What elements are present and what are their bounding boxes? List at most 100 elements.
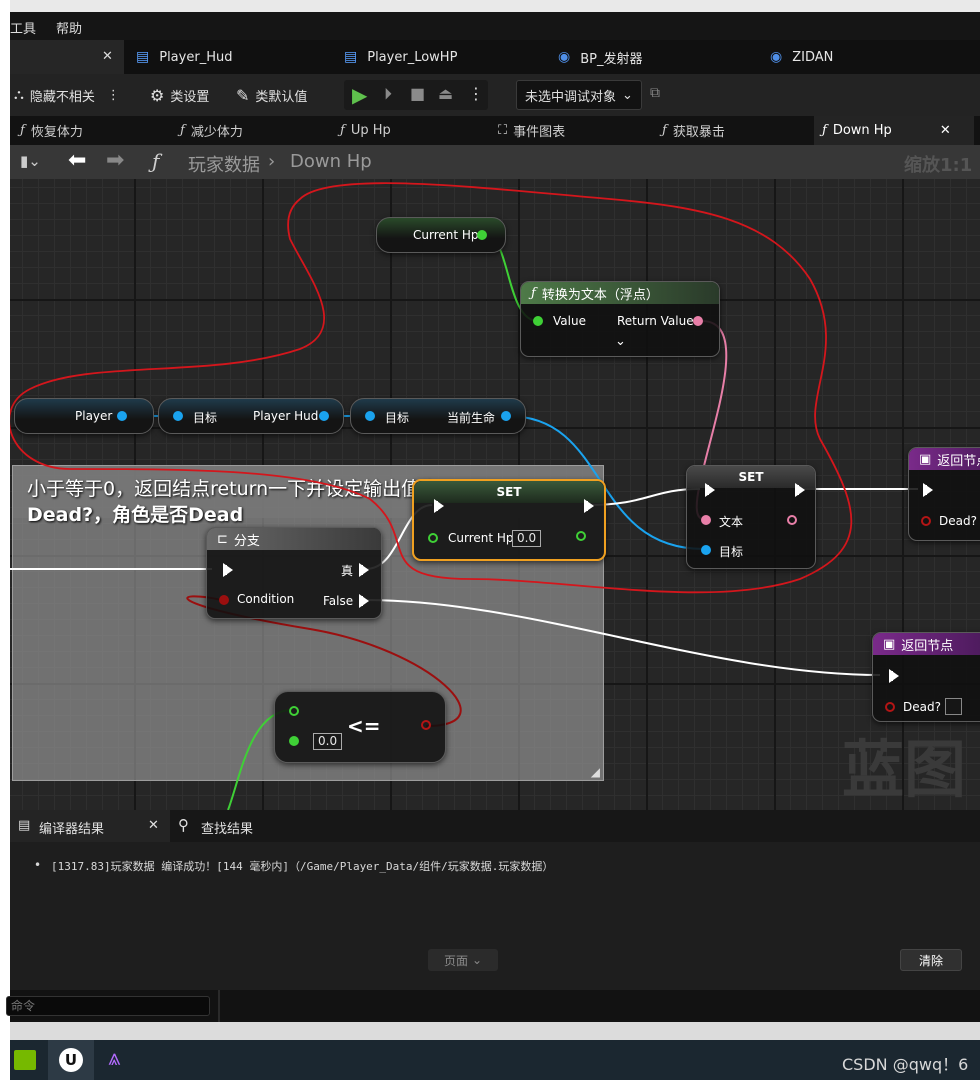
class-defaults-button[interactable]: ✎ 类默认值 xyxy=(236,82,307,108)
pages-label: 页面 xyxy=(443,953,468,968)
branch-node[interactable]: ⊏ 分支 真 Condition False xyxy=(206,527,382,619)
tab-find-results[interactable]: ⚲ 查找结果 xyxy=(178,810,298,842)
window-gap xyxy=(10,1022,980,1040)
nvidia-app-icon[interactable] xyxy=(10,1040,42,1080)
exec-out-pin[interactable] xyxy=(359,563,369,577)
hide-unrelated-button[interactable]: ⛬ 隐藏不相关 ⋮ xyxy=(14,82,120,108)
return-node-bottom[interactable]: ▣ 返回节点 Dead? xyxy=(872,632,980,722)
play-icon[interactable]: ▶ xyxy=(352,83,367,107)
watermark-text: CSDN @qwq！6 xyxy=(842,1055,969,1074)
close-icon[interactable]: ✕ xyxy=(148,818,159,833)
exec-out-pin[interactable] xyxy=(584,499,594,513)
asset-tab-zidan[interactable]: ◉ ZIDAN xyxy=(770,40,960,74)
operator-label: <= xyxy=(347,714,381,738)
class-settings-button[interactable]: ⚙ 类设置 xyxy=(150,82,209,108)
chevron-down-icon[interactable]: ⌄ xyxy=(615,334,626,349)
current-hp-value-field[interactable]: 0.0 xyxy=(512,530,542,547)
exec-in-pin[interactable] xyxy=(705,483,715,497)
player-getter-node[interactable]: Player xyxy=(14,398,154,434)
close-icon[interactable]: ✕ xyxy=(940,123,951,138)
convert-to-text-node[interactable]: ƒ 转换为文本（浮点） Value Return Value ⌄ xyxy=(520,281,720,357)
more-icon[interactable]: ⋮ xyxy=(468,84,484,103)
close-icon[interactable]: ✕ xyxy=(102,49,113,64)
breadcrumb-current: Down Hp xyxy=(290,151,372,172)
asset-tab-current[interactable]: ✕ xyxy=(10,40,124,74)
chevron-down-icon: ⌄ xyxy=(471,953,483,967)
float-pin-icon[interactable] xyxy=(533,316,543,326)
function-icon: ƒ xyxy=(822,123,827,138)
stop-icon[interactable]: ■ xyxy=(410,84,425,103)
asset-tab-player-lowhp[interactable]: ▤ Player_LowHP xyxy=(344,40,534,74)
set-text-node[interactable]: SET 文本 目标 xyxy=(686,465,816,569)
menu-tools[interactable]: 工具 xyxy=(10,18,36,37)
dead-checkbox[interactable] xyxy=(945,698,962,715)
text-pin-icon[interactable] xyxy=(701,515,711,525)
back-arrow-icon[interactable]: ⬅ xyxy=(68,148,86,173)
compare-value-field[interactable]: 0.0 xyxy=(313,733,343,750)
tab-label: 编译器结果 xyxy=(39,822,105,837)
command-input[interactable] xyxy=(6,996,210,1016)
pages-dropdown[interactable]: 页面 ⌄ xyxy=(428,949,498,971)
float-pin-icon[interactable] xyxy=(289,736,299,746)
text-pin-icon[interactable] xyxy=(787,515,797,525)
exec-in-pin[interactable] xyxy=(223,563,233,577)
more-icon[interactable]: ⋮ xyxy=(107,88,120,103)
clear-label: 清除 xyxy=(918,953,943,968)
graph-tab-get-crit[interactable]: ƒ 获取暴击 xyxy=(662,116,725,145)
object-pin-icon[interactable] xyxy=(117,411,127,421)
debug-target-select[interactable]: 未选中调试对象 ⌄ xyxy=(516,80,642,110)
graph-tab-down-hp[interactable]: ƒ Down Hp ✕ xyxy=(814,116,974,145)
forward-arrow-icon[interactable]: ➡ xyxy=(106,148,124,173)
less-equal-node[interactable]: 0.0 <= xyxy=(274,691,446,763)
object-pin-icon[interactable] xyxy=(501,411,511,421)
asset-tab-bp-launcher[interactable]: ◉ BP_发射器 xyxy=(558,40,748,74)
breadcrumb-root[interactable]: 玩家数据 xyxy=(188,151,260,177)
set-current-hp-node[interactable]: SET Current Hp 0.0 xyxy=(412,479,606,561)
bool-pin-icon[interactable] xyxy=(219,595,229,605)
step-icon[interactable]: ⏵ xyxy=(384,84,392,104)
class-settings-label: 类设置 xyxy=(170,89,210,105)
current-life-getter-node[interactable]: 目标 当前生命 xyxy=(350,398,526,434)
graph-tab-up-hp[interactable]: ƒ Up Hp xyxy=(340,116,391,145)
debug-filter-icon[interactable]: ⧉ xyxy=(650,85,660,101)
eject-icon[interactable]: ⏏ xyxy=(438,84,453,103)
object-pin-icon[interactable] xyxy=(319,411,329,421)
exec-in-pin[interactable] xyxy=(434,499,444,513)
object-pin-icon[interactable] xyxy=(365,411,375,421)
exec-out-pin[interactable] xyxy=(359,594,369,608)
menu-help[interactable]: 帮助 xyxy=(56,18,82,37)
object-pin-icon[interactable] xyxy=(701,545,711,555)
float-pin-icon[interactable] xyxy=(428,533,438,543)
unreal-engine-app-icon[interactable]: U xyxy=(48,1040,94,1080)
float-pin-icon[interactable] xyxy=(477,230,487,240)
app-icon[interactable]: ⩓ xyxy=(96,1040,142,1080)
graph-tab-label: 获取暴击 xyxy=(672,125,725,140)
graph-tab-label: 事件图表 xyxy=(513,125,566,140)
node-title: 返回节点 xyxy=(937,453,980,469)
text-pin-icon[interactable] xyxy=(693,316,703,326)
exec-in-pin[interactable] xyxy=(889,669,899,683)
asset-tab-label: ZIDAN xyxy=(792,49,834,65)
current-hp-getter-node[interactable]: Current Hp xyxy=(376,217,506,253)
return-node-top[interactable]: ▣ 返回节点 Dead? xyxy=(908,447,980,541)
blueprint-graph-canvas[interactable]: 小于等于0，返回结点return一下并设定输出值为 Dead?，角色是否Dead… xyxy=(10,179,980,810)
exec-out-pin[interactable] xyxy=(795,483,805,497)
actor-blueprint-icon: ◉ xyxy=(558,49,571,65)
graph-tab-reduce-stamina[interactable]: ƒ 减少体力 xyxy=(180,116,243,145)
graph-tab-label: Up Hp xyxy=(350,123,391,138)
asset-tab-player-hud[interactable]: ▤ Player_Hud xyxy=(134,40,324,74)
exec-in-pin[interactable] xyxy=(923,483,933,497)
bool-pin-icon[interactable] xyxy=(421,720,431,730)
bool-pin-icon[interactable] xyxy=(921,516,931,526)
float-pin-icon[interactable] xyxy=(576,531,586,541)
object-pin-icon[interactable] xyxy=(173,411,183,421)
graph-tab-event-graph[interactable]: ⛶ 事件图表 xyxy=(498,116,565,145)
tab-compiler-results[interactable]: ▤ 编译器结果 ✕ xyxy=(10,810,170,842)
bool-pin-icon[interactable] xyxy=(885,702,895,712)
player-hud-getter-node[interactable]: 目标 Player Hud xyxy=(158,398,344,434)
graph-tab-restore-stamina[interactable]: ƒ 恢复体力 xyxy=(20,116,83,145)
bookmark-icon[interactable]: ▮⌄ xyxy=(20,152,41,170)
float-pin-icon[interactable] xyxy=(289,706,299,716)
clear-button[interactable]: 清除 xyxy=(900,949,962,971)
toolbar: ⛬ 隐藏不相关 ⋮ ⚙ 类设置 ✎ 类默认值 ▶ ⏵ ■ ⏏ ⋮ 未选中调试对象… xyxy=(10,74,980,116)
